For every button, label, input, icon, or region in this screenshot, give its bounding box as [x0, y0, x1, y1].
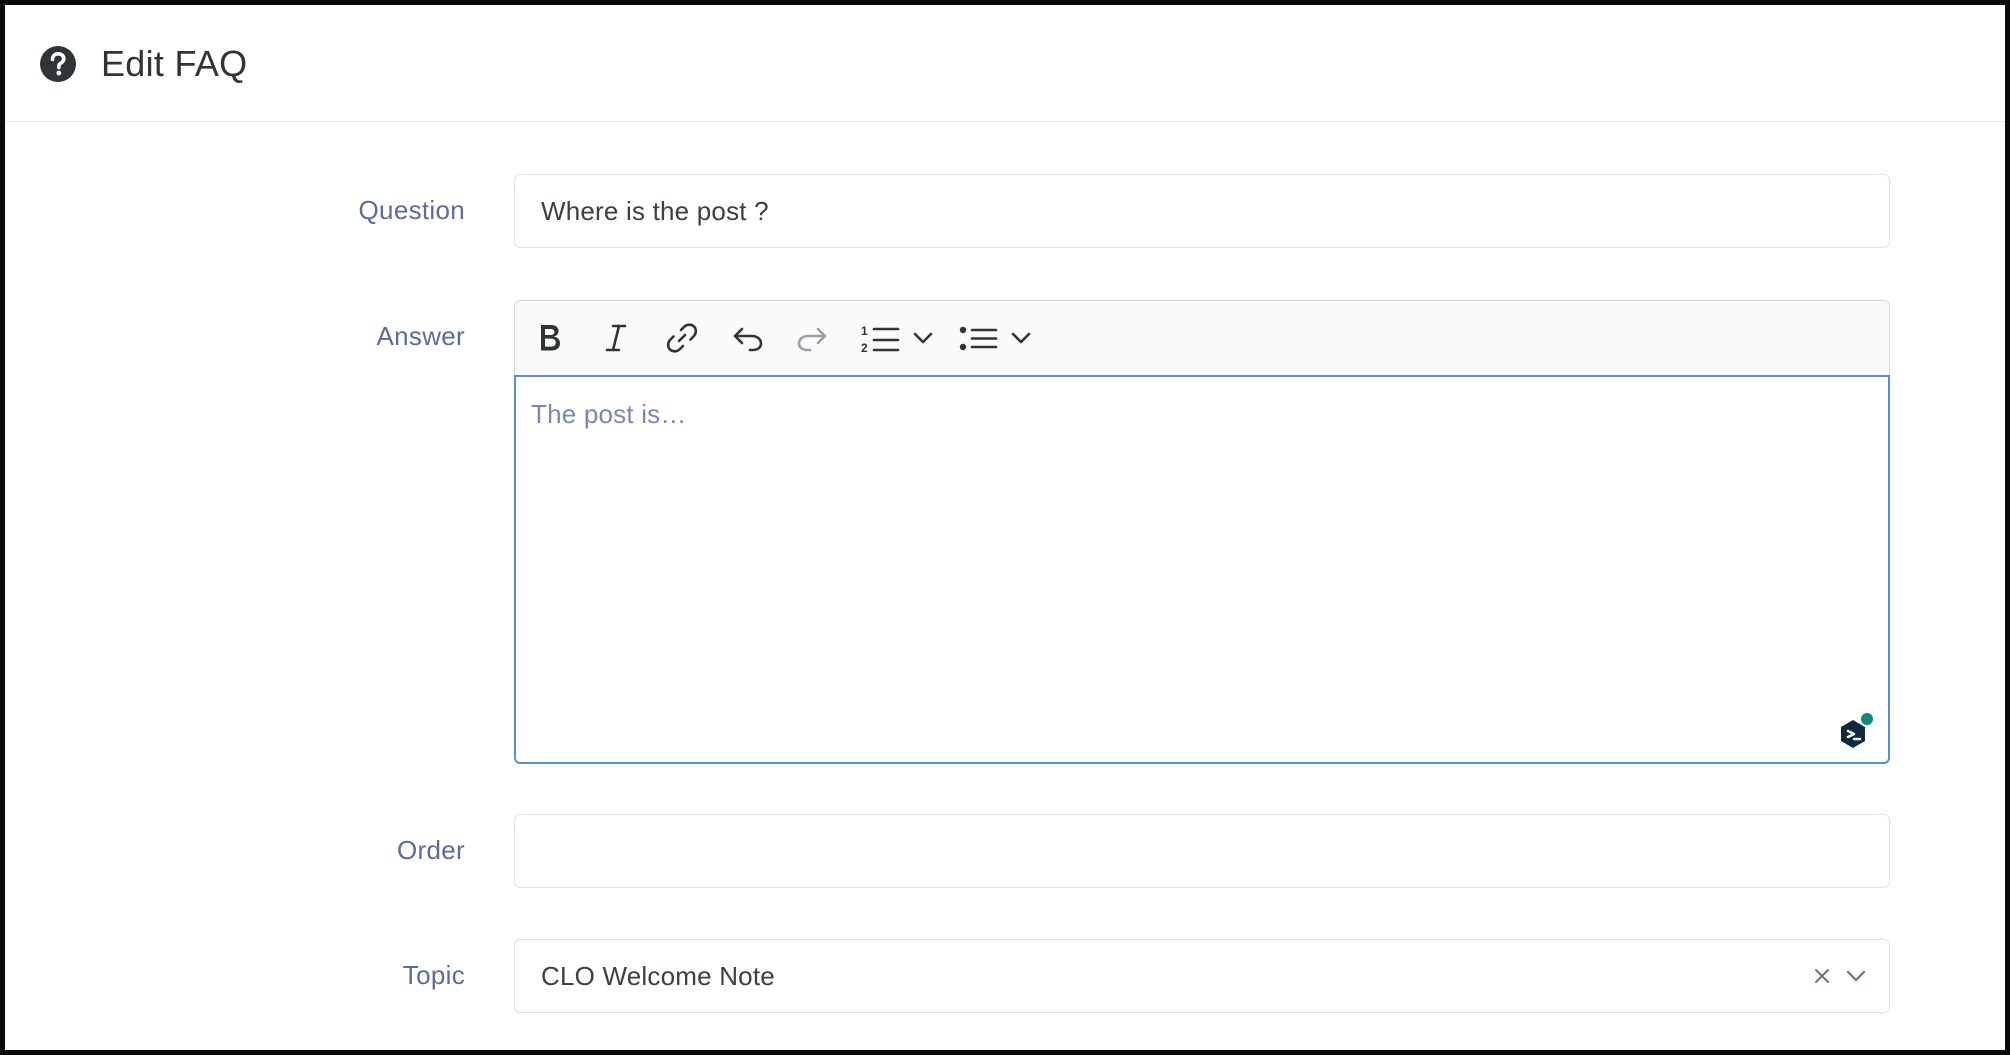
italic-button[interactable]	[593, 315, 639, 361]
page-title: Edit FAQ	[101, 43, 248, 84]
bold-icon	[541, 325, 560, 351]
question-circle-icon	[40, 46, 76, 82]
chevron-down-icon[interactable]	[1845, 969, 1867, 983]
link-button[interactable]	[659, 315, 705, 361]
order-input[interactable]	[514, 814, 1890, 888]
link-icon	[666, 323, 698, 353]
bulleted-list-button[interactable]	[953, 315, 1037, 361]
bulleted-list-icon	[959, 326, 998, 351]
undo-button[interactable]	[725, 315, 771, 361]
clear-icon[interactable]	[1813, 967, 1831, 985]
redo-icon	[797, 327, 827, 352]
svg-text:1: 1	[861, 324, 868, 338]
panel-header: Edit FAQ	[5, 5, 2005, 122]
chevron-down-icon	[913, 332, 933, 344]
question-value: Where is the post ?	[541, 195, 769, 226]
numbered-list-button[interactable]: 1 2	[855, 315, 939, 361]
redo-button[interactable]	[789, 315, 835, 361]
order-label: Order	[397, 835, 465, 865]
topic-label: Topic	[402, 960, 465, 990]
topic-value: CLO Welcome Note	[541, 960, 775, 991]
numbered-list-icon: 1 2	[861, 324, 900, 355]
answer-label: Answer	[376, 321, 465, 351]
answer-editor: 1 2 The post is…	[514, 300, 1890, 764]
undo-icon	[733, 327, 763, 352]
answer-textarea[interactable]: The post is…	[514, 375, 1890, 764]
edit-faq-panel: Edit FAQ Question Where is the post ? An…	[0, 0, 2010, 1055]
svg-text:2: 2	[861, 341, 868, 355]
question-input[interactable]: Where is the post ?	[514, 174, 1890, 248]
italic-icon	[605, 324, 627, 352]
question-label: Question	[358, 195, 465, 225]
editor-toolbar: 1 2	[514, 300, 1890, 376]
answer-value: The post is…	[531, 399, 687, 429]
grammarly-icon[interactable]	[1836, 710, 1876, 754]
topic-select[interactable]: CLO Welcome Note	[514, 939, 1890, 1013]
chevron-down-icon	[1011, 332, 1031, 344]
bold-button[interactable]	[527, 315, 573, 361]
